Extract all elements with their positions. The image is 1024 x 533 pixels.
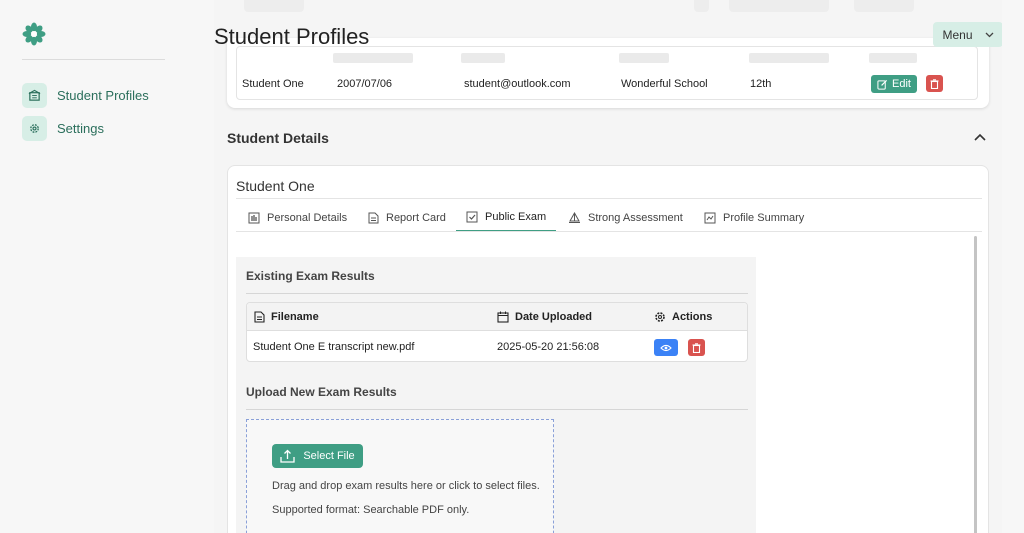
edit-button[interactable]: Edit bbox=[871, 75, 917, 93]
student-grade-cell: 12th bbox=[750, 78, 772, 90]
drop-hint: Drag and drop exam results here or click… bbox=[272, 480, 540, 492]
faded-column-header bbox=[619, 53, 669, 63]
gear-icon bbox=[22, 115, 47, 141]
pencil-square-icon bbox=[877, 79, 888, 90]
student-name-cell: Student One bbox=[242, 78, 304, 90]
building-icon bbox=[22, 82, 47, 108]
student-detail-card: Student One Personal Details Report Card… bbox=[227, 165, 989, 533]
format-hint: Supported format: Searchable PDF only. bbox=[272, 504, 470, 516]
menu-button[interactable]: Menu bbox=[933, 22, 1002, 47]
tab-profile-summary[interactable]: Profile Summary bbox=[694, 204, 814, 232]
exam-files-table: Filename Date Uploaded Actions Student O… bbox=[246, 302, 748, 362]
actions-column-header: Actions bbox=[654, 311, 712, 323]
filename-column-header: Filename bbox=[254, 311, 319, 323]
file-name-cell: Student One E transcript new.pdf bbox=[253, 341, 415, 353]
edit-button-label: Edit bbox=[892, 78, 911, 90]
column-label: Actions bbox=[672, 311, 713, 323]
select-file-button[interactable]: Select File bbox=[272, 444, 363, 468]
faded-column-header bbox=[461, 53, 505, 63]
scrollbar[interactable] bbox=[974, 236, 977, 533]
file-date-cell: 2025-05-20 21:56:08 bbox=[497, 341, 600, 353]
topbar-faded-element bbox=[244, 0, 304, 12]
tab-label: Personal Details bbox=[267, 212, 348, 224]
sidebar: Student Profiles Settings bbox=[0, 0, 190, 533]
file-dropzone[interactable]: Select File Drag and drop exam results h… bbox=[246, 419, 554, 533]
student-email-cell: student@outlook.com bbox=[464, 78, 571, 90]
main-content: Student Profiles Menu Student One 2007/0… bbox=[214, 0, 1002, 533]
delete-student-button[interactable] bbox=[926, 75, 943, 92]
column-label: Date Uploaded bbox=[515, 311, 593, 323]
upload-title: Upload New Exam Results bbox=[246, 385, 397, 399]
sailboat-icon bbox=[569, 212, 580, 223]
public-exam-panel: Existing Exam Results Filename Date Uplo… bbox=[236, 257, 756, 533]
tab-personal-details[interactable]: Personal Details bbox=[238, 204, 357, 232]
sidebar-item-settings[interactable]: Settings bbox=[22, 115, 104, 141]
sidebar-item-label: Student Profiles bbox=[57, 87, 149, 103]
chevron-down-icon bbox=[985, 32, 993, 37]
student-dob-cell: 2007/07/06 bbox=[337, 78, 393, 90]
tab-label: Strong Assessment bbox=[588, 212, 683, 224]
tab-label: Report Card bbox=[386, 212, 446, 224]
delete-file-button[interactable] bbox=[688, 339, 705, 356]
calendar-icon bbox=[497, 311, 509, 323]
date-column-header: Date Uploaded bbox=[497, 311, 592, 323]
faded-column-header bbox=[749, 53, 829, 63]
chevron-up-icon[interactable] bbox=[972, 130, 988, 146]
tab-strong-assessment[interactable]: Strong Assessment bbox=[558, 204, 693, 232]
select-file-label: Select File bbox=[303, 450, 355, 462]
students-table bbox=[236, 46, 978, 100]
file-icon bbox=[254, 311, 265, 323]
chart-frame-icon bbox=[704, 212, 716, 224]
divider bbox=[236, 231, 982, 232]
page-title: Student Profiles bbox=[214, 24, 370, 49]
divider bbox=[246, 293, 748, 294]
faded-column-header bbox=[333, 53, 413, 63]
topbar-faded-element bbox=[729, 0, 829, 12]
tab-label: Profile Summary bbox=[723, 212, 805, 224]
existing-results-title: Existing Exam Results bbox=[246, 269, 375, 283]
sidebar-divider bbox=[22, 59, 165, 60]
column-label: Filename bbox=[271, 311, 319, 323]
divider bbox=[236, 198, 982, 199]
faded-column-header bbox=[869, 53, 917, 63]
tab-label: Public Exam bbox=[485, 211, 547, 223]
topbar-faded-element bbox=[694, 0, 709, 12]
trash-icon bbox=[930, 78, 939, 89]
eye-icon bbox=[660, 344, 672, 351]
bar-chart-icon bbox=[248, 212, 260, 224]
student-name-heading: Student One bbox=[236, 178, 315, 194]
tab-report-card[interactable]: Report Card bbox=[358, 204, 456, 232]
menu-button-label: Menu bbox=[942, 27, 973, 42]
view-file-button[interactable] bbox=[654, 339, 678, 356]
section-title: Student Details bbox=[227, 130, 329, 146]
sidebar-item-label: Settings bbox=[57, 120, 104, 136]
student-school-cell: Wonderful School bbox=[621, 78, 708, 90]
trash-icon bbox=[692, 342, 701, 353]
divider bbox=[246, 409, 748, 410]
checklist-icon bbox=[466, 211, 478, 223]
topbar-faded-element bbox=[854, 0, 914, 12]
sidebar-item-student-profiles[interactable]: Student Profiles bbox=[22, 82, 149, 108]
gear-icon bbox=[655, 312, 665, 322]
tab-public-exam[interactable]: Public Exam bbox=[456, 204, 557, 232]
upload-icon bbox=[280, 449, 295, 463]
document-icon bbox=[368, 212, 379, 224]
flower-logo-icon[interactable] bbox=[22, 22, 46, 46]
